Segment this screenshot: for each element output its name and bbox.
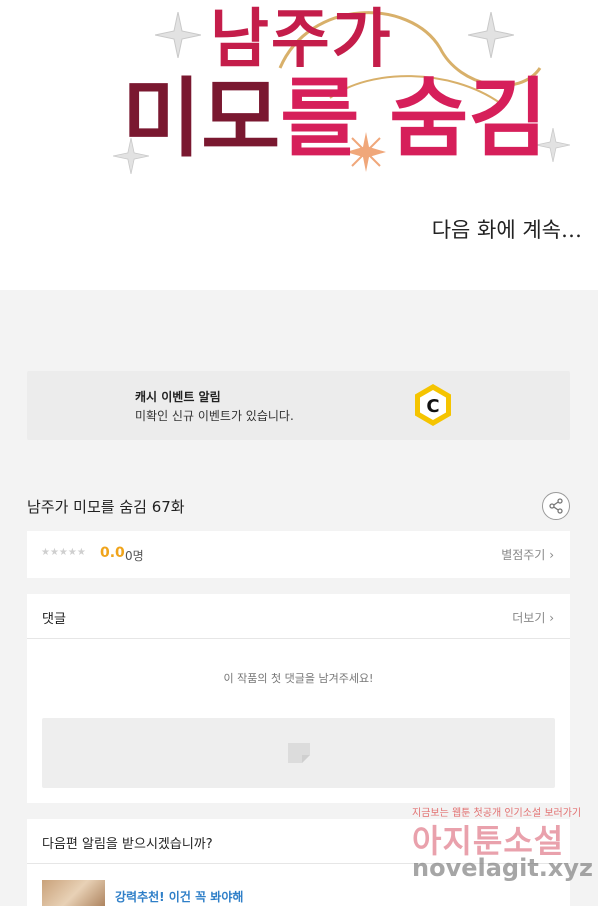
cash-event-banner[interactable]: 캐시 이벤트 알림 미확인 신규 이벤트가 있습니다. C [27, 371, 570, 440]
rating-card: ★★★★★ 0.0 0명 별점주기 › [27, 531, 570, 578]
chevron-right-icon: › [549, 548, 554, 562]
comic-title-line2-a: 미모 [122, 68, 281, 169]
cash-event-description: 미확인 신규 이벤트가 있습니다. [135, 409, 294, 423]
comic-title-line2-b: 를 숨김 [280, 68, 548, 169]
share-icon [549, 498, 563, 514]
notify-header: 다음편 알림을 받으시겠습니까? [27, 819, 570, 864]
recommend-link[interactable]: 강력추천! 이건 꼭 봐야해 [115, 888, 243, 905]
comic-title-line2: 미모를 숨김 [122, 48, 548, 173]
rating-value: 0.0 [100, 545, 125, 561]
chevron-right-icon: › [549, 611, 554, 625]
comments-section: 댓글 더보기 › 이 작품의 첫 댓글을 남겨주세요! [27, 594, 570, 803]
cash-event-title: 캐시 이벤트 알림 [135, 390, 221, 404]
episode-header: 남주가 미모를 숨김 67화 [27, 490, 570, 522]
rate-button[interactable]: 별점주기 › [501, 546, 554, 563]
episode-title: 남주가 미모를 숨김 67화 [27, 498, 185, 516]
recommend-thumbnail[interactable] [42, 880, 105, 906]
comment-placeholder-icon [288, 743, 310, 763]
next-episode-notify-section: 다음편 알림을 받으시겠습니까? 강력추천! 이건 꼭 봐야해 [27, 819, 570, 906]
rate-button-label: 별점주기 [501, 548, 546, 562]
comment-input[interactable] [42, 718, 555, 788]
comments-more-label: 더보기 [512, 611, 546, 625]
rating-count: 0명 [125, 549, 144, 563]
watermark-top-text: 지금보는 웹툰 첫공개 인기소설 보러가기 [412, 808, 582, 819]
svg-text:C: C [426, 396, 439, 417]
comic-title-art: 남주가 미모를 숨김 [110, 0, 550, 178]
comments-header: 댓글 더보기 › [27, 594, 570, 639]
share-button[interactable] [542, 492, 570, 520]
continue-text: 다음 화에 계속… [431, 218, 582, 242]
comments-empty-message: 이 작품의 첫 댓글을 남겨주세요! [223, 672, 374, 685]
notify-title: 다음편 알림을 받으시겠습니까? [42, 837, 213, 852]
comic-panel: 남주가 미모를 숨김 다음 화에 계속… [0, 0, 598, 290]
comments-title: 댓글 [42, 612, 66, 627]
cash-c-icon: C [415, 384, 451, 426]
rating-stars: ★★★★★ [41, 547, 86, 558]
comments-more-button[interactable]: 더보기 › [512, 609, 554, 626]
